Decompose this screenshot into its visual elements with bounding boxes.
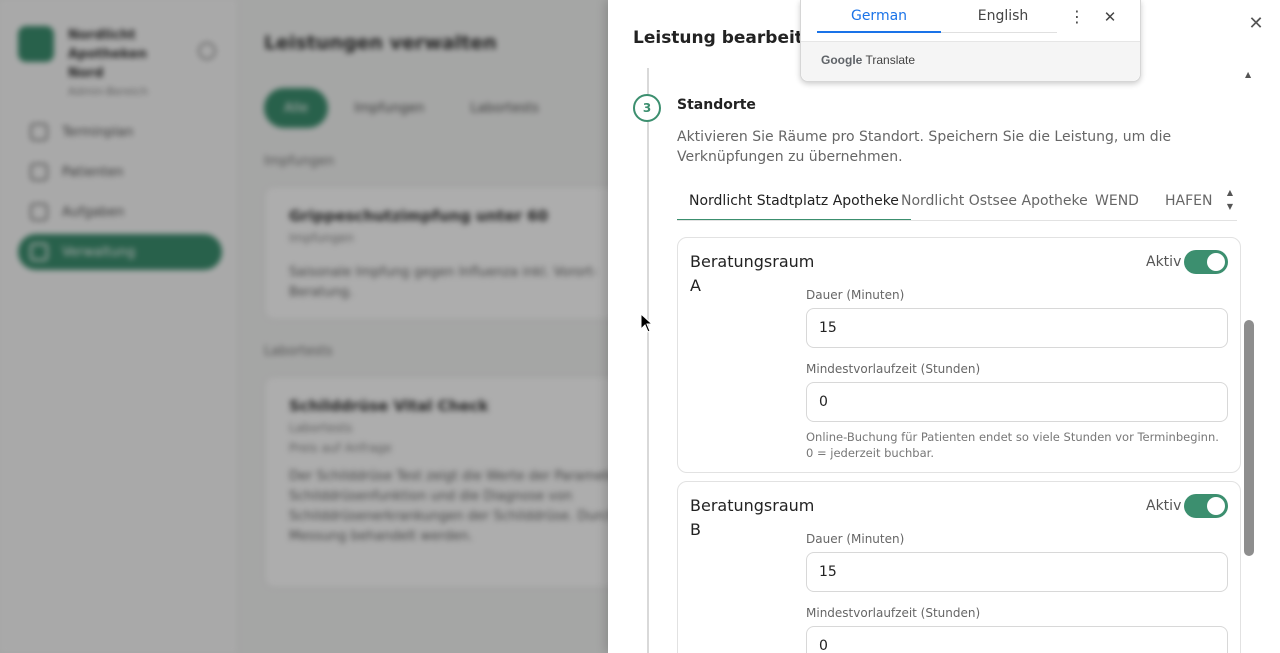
tabs-scroll-up-icon[interactable]: ▲ (1224, 186, 1236, 200)
mouse-cursor-icon (640, 313, 654, 333)
room-name: Beratungsraum A (690, 252, 815, 295)
tab-german[interactable]: German (817, 0, 941, 33)
lead-time-input[interactable]: 0 (806, 626, 1228, 653)
room-card: Beratungsraum A Aktiv Dauer (Minuten) 15… (677, 237, 1241, 473)
room-active-label: Aktiv (1146, 254, 1182, 270)
location-tabs: Nordlicht Stadtplatz Apotheke Nordlicht … (677, 181, 1237, 221)
duration-input[interactable]: 15 (806, 552, 1228, 592)
duration-label: Dauer (Minuten) (806, 288, 905, 302)
google-translate-logo: Google Translate (821, 53, 916, 67)
tab-hafen[interactable]: HAFEN (1153, 181, 1224, 220)
duration-input[interactable]: 15 (806, 308, 1228, 348)
close-icon[interactable]: ✕ (1101, 6, 1119, 28)
room-active-label: Aktiv (1146, 498, 1182, 514)
room-card: Beratungsraum B Aktiv Dauer (Minuten) 15… (677, 481, 1241, 653)
more-options-icon[interactable]: ⋮ (1069, 6, 1085, 28)
step-description: Aktivieren Sie Räume pro Standort. Speic… (677, 129, 1172, 165)
step-title: Standorte (677, 97, 756, 113)
tabs-scroll-buttons: ▲ ▼ (1224, 186, 1236, 216)
tab-nordlicht-stadtplatz[interactable]: Nordlicht Stadtplatz Apotheke (677, 181, 911, 220)
tabs-scroll-down-icon[interactable]: ▼ (1224, 200, 1236, 214)
room-active-toggle[interactable] (1184, 250, 1228, 274)
lead-time-help: Online-Buchung für Patienten endet so vi… (806, 430, 1219, 460)
tab-english[interactable]: English (941, 0, 1065, 33)
tab-nordlicht-ostsee[interactable]: Nordlicht Ostsee Apotheke (889, 181, 1100, 220)
scroll-up-icon[interactable]: ▲ (1245, 70, 1251, 79)
room-name: Beratungsraum B (690, 496, 815, 539)
tab-wend[interactable]: WEND (1083, 181, 1151, 220)
duration-label: Dauer (Minuten) (806, 532, 905, 546)
step-connector-line (647, 68, 649, 653)
close-icon[interactable]: ✕ (1246, 14, 1266, 34)
scrollbar-thumb[interactable] (1244, 320, 1254, 556)
lead-time-label: Mindestvorlaufzeit (Stunden) (806, 606, 981, 620)
translate-footer: Google Translate (801, 41, 1140, 81)
step-number: 3 (633, 94, 661, 122)
edit-service-drawer: Leistung bearbeiten ✕ 3 Standorte Aktivi… (608, 0, 1280, 653)
lead-time-label: Mindestvorlaufzeit (Stunden) (806, 362, 981, 376)
google-translate-popup: German English ⋮ ✕ Google Translate (800, 0, 1141, 82)
drawer-scrollbar[interactable]: ▲ (1242, 70, 1256, 653)
drawer-content: 3 Standorte Aktivieren Sie Räume pro Sta… (608, 68, 1280, 653)
lead-time-input[interactable]: 0 (806, 382, 1228, 422)
translate-language-tabs: German English (817, 0, 1057, 33)
drawer-title: Leistung bearbeiten (633, 28, 827, 48)
room-active-toggle[interactable] (1184, 494, 1228, 518)
